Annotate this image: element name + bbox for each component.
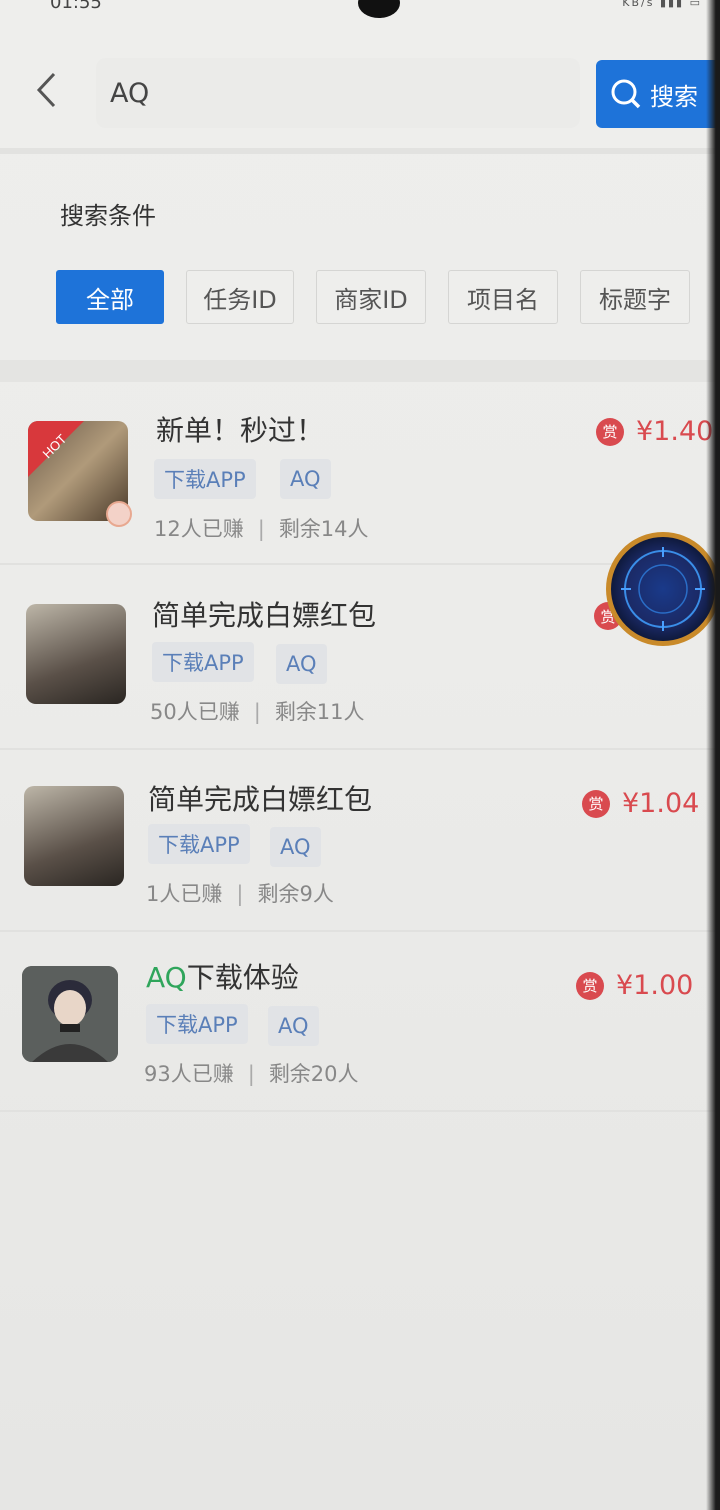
task-tag: AQ: [268, 1006, 319, 1046]
task-earned-count: 12人已赚: [154, 517, 244, 541]
search-icon: [611, 79, 641, 109]
status-time: 01:55: [50, 0, 102, 13]
task-earned-count: 1人已赚: [146, 882, 223, 906]
crown-badge-icon: [106, 501, 132, 527]
radar-icon: [621, 547, 705, 631]
task-tag: 下载APP: [146, 1004, 248, 1044]
filter-chip-merchant-id[interactable]: 商家ID: [316, 270, 426, 324]
floating-action-button[interactable]: [606, 532, 720, 646]
task-item[interactable]: 简单完成白嫖红包 下载APP AQ 1人已赚 | 剩余9人 赏 ¥1.04: [0, 752, 720, 932]
status-icons: KB/s ▮▮▮ ▭: [622, 0, 702, 9]
task-title: 简单完成白嫖红包: [148, 783, 373, 816]
reward-amount: ¥1.00: [616, 970, 694, 1001]
filter-chip-task-id[interactable]: 任务ID: [186, 270, 294, 324]
filter-chips: 全部 任务ID 商家ID 项目名 标题字: [56, 270, 706, 330]
reward-amount: ¥1.04: [622, 788, 700, 819]
task-title: 新单！秒过！: [156, 414, 325, 447]
task-tag: AQ: [280, 459, 331, 499]
task-reward: 赏 ¥1.40: [596, 416, 713, 447]
title-highlight: AQ: [146, 961, 187, 994]
search-button[interactable]: 搜索: [596, 60, 720, 128]
task-title: 简单完成白嫖红包: [152, 599, 377, 632]
back-button[interactable]: [26, 68, 66, 112]
search-header: 搜索: [0, 44, 720, 144]
task-tag: 下载APP: [152, 642, 254, 682]
task-thumbnail: [24, 786, 124, 886]
task-divider: [0, 748, 720, 750]
task-tag: 下载APP: [154, 459, 256, 499]
chevron-left-icon: [36, 72, 56, 108]
search-box[interactable]: [96, 58, 580, 128]
camera-cutout: [358, 0, 400, 18]
task-remaining: 剩余9人: [257, 882, 334, 906]
battery-icon: ▭: [689, 0, 702, 9]
app-screen: 01:55 KB/s ▮▮▮ ▭ 搜索 搜索条件 全部 任务ID: [0, 0, 720, 1510]
task-meta: 1人已赚 | 剩余9人: [146, 882, 334, 906]
header-divider: [0, 148, 720, 154]
task-tag: AQ: [276, 644, 327, 684]
task-earned-count: 93人已赚: [144, 1062, 234, 1086]
task-meta: 50人已赚 | 剩余11人: [150, 700, 365, 724]
conditions-title: 搜索条件: [60, 202, 156, 230]
reward-amount: ¥1.40: [636, 416, 714, 447]
title-rest: 下载体验: [186, 961, 299, 994]
task-item[interactable]: AQ下载体验 下载APP AQ 93人已赚 | 剩余20人 赏 ¥1.00: [0, 932, 720, 1112]
search-input[interactable]: [110, 77, 550, 109]
search-button-label: 搜索: [650, 82, 698, 111]
avatar-icon: [22, 966, 118, 1062]
task-meta: 12人已赚 | 剩余14人: [154, 517, 369, 541]
filter-chip-project-name[interactable]: 项目名: [448, 270, 558, 324]
reward-badge-icon: 赏: [576, 971, 604, 1000]
section-gap: [0, 360, 720, 382]
task-title: AQ下载体验: [146, 956, 299, 996]
task-reward: 赏 ¥1.00: [576, 970, 693, 1001]
task-meta: 93人已赚 | 剩余20人: [144, 1062, 359, 1086]
reward-badge-icon: 赏: [582, 789, 610, 818]
task-divider: [0, 1110, 720, 1112]
signal-icon: ▮▮▮: [659, 0, 690, 9]
task-reward: 赏 ¥1.04: [582, 788, 699, 819]
task-remaining: 剩余11人: [274, 700, 365, 724]
task-remaining: 剩余14人: [278, 517, 369, 541]
task-remaining: 剩余20人: [268, 1062, 359, 1086]
network-speed-label: KB/s: [622, 0, 655, 9]
filter-chip-all[interactable]: 全部: [56, 270, 164, 324]
status-bar: 01:55 KB/s ▮▮▮ ▭: [0, 0, 720, 18]
task-thumbnail: [26, 604, 126, 704]
filter-chip-title-word[interactable]: 标题字: [580, 270, 690, 324]
task-thumbnail: [22, 966, 118, 1062]
task-tag: AQ: [270, 827, 321, 867]
task-tag: 下载APP: [148, 824, 250, 864]
task-earned-count: 50人已赚: [150, 700, 240, 724]
reward-badge-icon: 赏: [596, 417, 624, 446]
device-edge: [706, 0, 720, 1510]
